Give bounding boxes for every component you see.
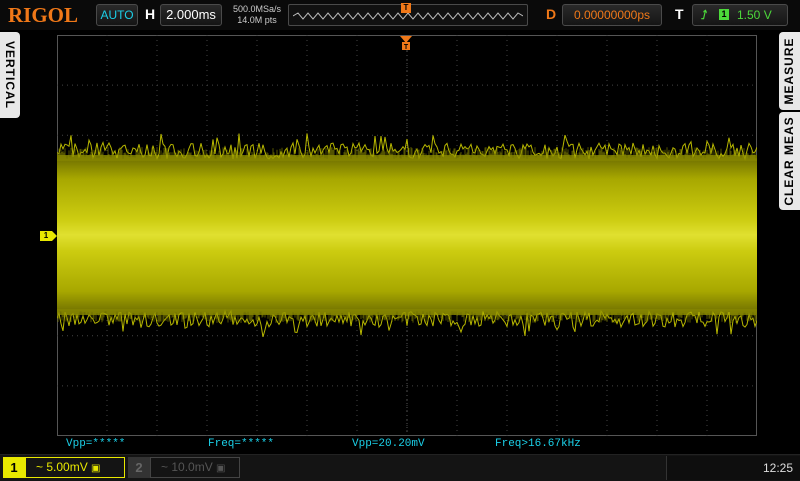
delay-label: D — [546, 6, 557, 22]
sample-rate: 500.0MSa/s — [232, 4, 282, 14]
vertical-tab-label: VERTICAL — [3, 41, 17, 109]
ch2-tab[interactable]: 2 — [128, 457, 150, 478]
bandwidth-limit-icon: ▣ — [91, 463, 101, 474]
brand-logo: RIGOL — [8, 3, 79, 27]
memory-depth: 14.0M pts — [237, 15, 277, 25]
measure-tab-label: MEASURE — [782, 37, 796, 105]
clear-meas-tab-label: CLEAR MEAS — [782, 116, 796, 206]
ch1-offset-marker[interactable]: 1 — [40, 231, 57, 241]
trigger-settings[interactable]: ⭜ 1 1.50 V — [692, 4, 788, 26]
clock-time: 12:25 — [762, 461, 793, 475]
measurement-freq-1: Freq=***** — [208, 438, 275, 450]
measurement-freq-2: Freq>16.67kHz — [495, 438, 581, 450]
system-clock: 12:25 — [666, 456, 800, 480]
timebase-value[interactable]: 2.000ms — [160, 4, 222, 26]
trigger-label: T — [675, 6, 684, 22]
ch2-scale-value: ~ 10.0mV — [161, 460, 213, 474]
waveform-display[interactable] — [56, 35, 758, 436]
horizontal-delay-value[interactable]: 0.00000000ps — [562, 4, 662, 26]
trigger-position-top-icon: T — [400, 36, 412, 50]
ch2-scale[interactable]: ~ 10.0mV ▣ — [150, 457, 240, 478]
trigger-position-marker: T — [401, 3, 411, 13]
ch1-scale-value: ~ 5.00mV — [36, 460, 88, 474]
ch1-scale[interactable]: ~ 5.00mV ▣ — [25, 457, 125, 478]
ch1-tab[interactable]: 1 — [3, 457, 25, 478]
vertical-menu-tab[interactable]: VERTICAL — [0, 32, 20, 118]
trigger-source-badge: 1 — [719, 9, 729, 20]
ch2-bandwidth-icon: ▣ — [216, 463, 226, 474]
horizontal-label: H — [145, 6, 156, 22]
measurement-vpp-1: Vpp=***** — [66, 438, 126, 450]
clear-meas-menu-tab[interactable]: CLEAR MEAS — [779, 112, 800, 210]
svg-text:T: T — [404, 44, 409, 50]
measure-menu-tab[interactable]: MEASURE — [779, 32, 800, 110]
acquisition-info: 500.0MSa/s 14.0M pts — [226, 4, 288, 26]
trigger-mode-indicator[interactable]: AUTO — [96, 4, 138, 26]
rising-edge-icon: ⭜ — [701, 8, 708, 22]
scope-grid — [56, 35, 758, 436]
measurement-vpp-2: Vpp=20.20mV — [352, 438, 425, 450]
trigger-level-value: 1.50 V — [737, 8, 772, 22]
